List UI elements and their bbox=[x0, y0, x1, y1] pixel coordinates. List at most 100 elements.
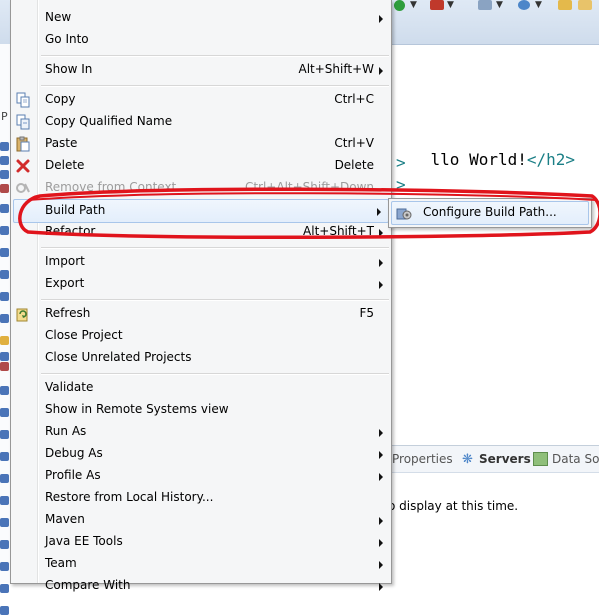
tree-item-icon[interactable] bbox=[0, 336, 9, 345]
tree-item-icon[interactable] bbox=[0, 142, 9, 151]
menu-item-java-ee-tools[interactable]: Java EE Tools bbox=[11, 531, 391, 553]
menu-item-new[interactable]: New bbox=[11, 7, 391, 29]
menu-item-label: Build Path bbox=[45, 203, 106, 217]
menu-item-refresh[interactable]: Refresh F5 bbox=[11, 303, 391, 325]
menu-item-copy[interactable]: Copy Ctrl+C bbox=[11, 89, 391, 111]
external-tools-icon[interactable] bbox=[478, 0, 492, 10]
tree-item-icon[interactable] bbox=[0, 270, 9, 279]
tree-item-icon[interactable] bbox=[0, 452, 9, 461]
tree-item-icon[interactable] bbox=[0, 184, 9, 193]
menu-item-go-into[interactable]: Go Into bbox=[11, 29, 391, 51]
submenu-arrow-icon bbox=[379, 561, 383, 569]
menu-separator bbox=[41, 247, 389, 249]
submenu-arrow-icon bbox=[379, 67, 383, 75]
menu-item-copy-qualified-name[interactable]: Copy Qualified Name bbox=[11, 111, 391, 133]
menu-item-label: Close Project bbox=[45, 328, 123, 342]
open-file-icon[interactable] bbox=[578, 0, 592, 10]
tree-item-icon[interactable] bbox=[0, 518, 9, 527]
menu-item-shortcut: Ctrl+C bbox=[334, 92, 374, 106]
menu-separator bbox=[41, 299, 389, 301]
data-source-icon bbox=[533, 452, 548, 466]
menu-item-team[interactable]: Team bbox=[11, 553, 391, 575]
menu-item-refactor[interactable]: Refactor Alt+Shift+T bbox=[11, 221, 391, 243]
menu-item-label: Go Into bbox=[45, 32, 89, 46]
debug-icon[interactable] bbox=[430, 0, 444, 10]
tree-item-icon[interactable] bbox=[0, 352, 9, 361]
tree-item-icon[interactable] bbox=[0, 170, 9, 179]
delete-icon bbox=[15, 158, 31, 174]
servers-icon: ❋ bbox=[462, 452, 473, 467]
tab-data-source-explorer[interactable]: Data So bbox=[552, 452, 599, 466]
tree-item-icon[interactable] bbox=[0, 156, 9, 165]
tree-item-icon[interactable] bbox=[0, 226, 9, 235]
tree-item-icon[interactable] bbox=[0, 204, 9, 213]
menu-item-label: Show in Remote Systems view bbox=[45, 402, 229, 416]
menu-item-close-project[interactable]: Close Project bbox=[11, 325, 391, 347]
tab-servers[interactable]: Servers bbox=[479, 452, 531, 466]
new-server-icon[interactable] bbox=[518, 0, 530, 10]
submenu-arrow-icon bbox=[377, 208, 381, 216]
menu-item-label: Copy bbox=[45, 92, 76, 106]
code-line: llo World!</h2> bbox=[392, 131, 576, 188]
menu-item-build-path[interactable]: Build Path bbox=[13, 199, 389, 223]
submenu-arrow-icon bbox=[379, 429, 383, 437]
copy-qualified-name-icon bbox=[15, 114, 31, 130]
menu-item-restore-from-local-history[interactable]: Restore from Local History... bbox=[11, 487, 391, 509]
tree-item-icon[interactable] bbox=[0, 314, 9, 323]
menu-item-label: Show In bbox=[45, 62, 93, 76]
menu-item-compare-with[interactable]: Compare With bbox=[11, 575, 391, 597]
menu-item-show-in[interactable]: Show In Alt+Shift+W bbox=[11, 59, 391, 81]
menu-item-label: Java EE Tools bbox=[45, 534, 123, 548]
external-tools-dropdown-icon[interactable]: ▼ bbox=[496, 0, 503, 10]
menu-item-label: Configure Build Path... bbox=[423, 205, 557, 219]
tree-item-icon[interactable] bbox=[0, 540, 9, 549]
menu-item-label: Export bbox=[45, 276, 85, 290]
menu-item-validate[interactable]: Validate bbox=[11, 377, 391, 399]
new-server-dropdown-icon[interactable]: ▼ bbox=[535, 0, 542, 10]
open-folder-icon[interactable] bbox=[558, 0, 572, 10]
tree-item-icon[interactable] bbox=[0, 248, 9, 257]
menu-item-profile-as[interactable]: Profile As bbox=[11, 465, 391, 487]
menu-item-run-as[interactable]: Run As bbox=[11, 421, 391, 443]
menu-item-export[interactable]: Export bbox=[11, 273, 391, 295]
code-editor[interactable]: llo World!</h2> > > bbox=[392, 55, 599, 445]
submenu-arrow-icon bbox=[379, 229, 383, 237]
tree-item-icon[interactable] bbox=[0, 292, 9, 301]
debug-dropdown-icon[interactable]: ▼ bbox=[447, 0, 454, 10]
menu-item-paste[interactable]: Paste Ctrl+V bbox=[11, 133, 391, 155]
menu-item-label: New bbox=[45, 10, 72, 24]
tree-item-icon[interactable] bbox=[0, 362, 9, 371]
tab-properties[interactable]: Properties bbox=[392, 452, 453, 466]
tree-item-icon[interactable] bbox=[0, 606, 9, 615]
tree-item-icon[interactable] bbox=[0, 496, 9, 505]
menu-item-configure-build-path[interactable]: Configure Build Path... bbox=[391, 201, 589, 225]
menu-item-label: Refactor bbox=[45, 224, 96, 238]
run-icon[interactable] bbox=[394, 0, 405, 11]
menu-item-maven[interactable]: Maven bbox=[11, 509, 391, 531]
menu-item-label: Import bbox=[45, 254, 85, 268]
tree-item-icon[interactable] bbox=[0, 386, 9, 395]
menu-item-label: Refresh bbox=[45, 306, 91, 320]
menu-item-label: Team bbox=[45, 556, 77, 570]
menu-item-show-in-remote-systems-view[interactable]: Show in Remote Systems view bbox=[11, 399, 391, 421]
submenu-arrow-icon bbox=[379, 15, 383, 23]
context-menu: New Go Into Show In Alt+Shift+W Copy Ctr… bbox=[10, 0, 392, 592]
menu-item-debug-as[interactable]: Debug As bbox=[11, 443, 391, 465]
menu-item-delete[interactable]: Delete Delete bbox=[11, 155, 391, 177]
menu-item-close-unrelated-projects[interactable]: Close Unrelated Projects bbox=[11, 347, 391, 369]
menu-separator bbox=[41, 55, 389, 57]
menu-separator bbox=[41, 85, 389, 87]
tree-item-icon[interactable] bbox=[0, 584, 9, 593]
menu-item-label: Compare With bbox=[45, 578, 131, 592]
tree-item-icon[interactable] bbox=[0, 430, 9, 439]
menu-item-label: Run As bbox=[45, 424, 87, 438]
tree-item-icon[interactable] bbox=[0, 562, 9, 571]
menu-item-import[interactable]: Import bbox=[11, 251, 391, 273]
code-tag: </h2> bbox=[526, 150, 576, 169]
copy-icon bbox=[15, 92, 31, 108]
submenu-arrow-icon bbox=[379, 451, 383, 459]
menu-item-remove-from-context: Remove from Context Ctrl+Alt+Shift+Down bbox=[11, 177, 391, 199]
tree-item-icon[interactable] bbox=[0, 408, 9, 417]
tree-item-icon[interactable] bbox=[0, 474, 9, 483]
run-dropdown-icon[interactable]: ▼ bbox=[410, 0, 417, 10]
